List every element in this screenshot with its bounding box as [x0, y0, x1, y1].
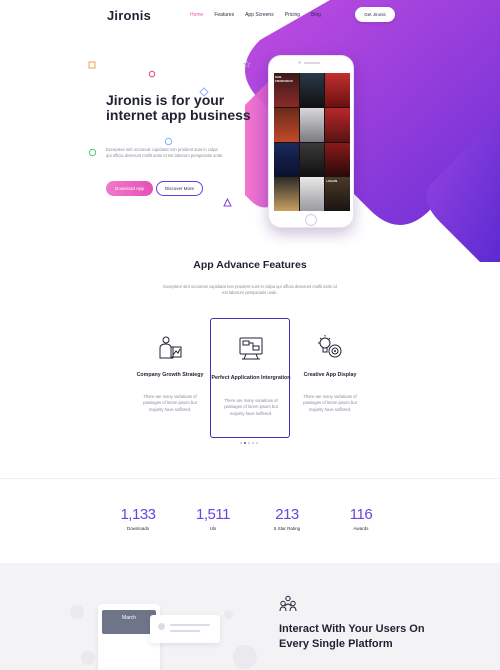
- stat-label: Uls: [209, 526, 217, 531]
- decor-circle: [224, 610, 233, 619]
- stat-value: 116: [349, 506, 373, 523]
- carousel-dot[interactable]: [248, 442, 250, 444]
- nav-app-screens[interactable]: App Screens: [245, 12, 274, 18]
- features-title: App Advance Features: [193, 259, 307, 271]
- hero-gradient-shapes: [245, 0, 500, 262]
- movie-poster: [274, 142, 299, 177]
- section-divider: [0, 478, 500, 479]
- phone-home-button: [305, 214, 317, 226]
- carousel-dot-active[interactable]: [244, 442, 246, 444]
- movie-poster: SAN FRANCISCO: [274, 73, 299, 107]
- stat-value: 1,133: [120, 506, 156, 523]
- stat-label: Awards: [353, 526, 369, 531]
- feature-card-title: Creative App Display: [303, 372, 357, 378]
- discover-more-button[interactable]: Discover More: [156, 181, 203, 196]
- movie-poster: [299, 73, 325, 107]
- features-description: Excepteur sint occaecat cupidatat non pr…: [163, 284, 337, 296]
- get-app-button[interactable]: Get Jironis: [355, 7, 395, 22]
- interact-section: March Interact With Your Users On Every …: [0, 563, 500, 670]
- stat-uls: 1,511 Uls: [183, 506, 243, 531]
- movie-poster: [274, 107, 299, 142]
- nav-pricing[interactable]: Pricing: [285, 12, 300, 18]
- text-line: [170, 630, 200, 632]
- feature-card-title: Company Growth Strategy: [136, 372, 204, 378]
- stat-awards: 116 Awards: [331, 506, 391, 531]
- carousel-dots: [240, 442, 258, 444]
- carousel-dot[interactable]: [240, 442, 242, 444]
- carousel-dot[interactable]: [252, 442, 254, 444]
- movie-poster: [299, 177, 325, 211]
- feature-card-text: There are many variations of passages of…: [224, 398, 278, 416]
- nav-blog[interactable]: Blog: [311, 12, 321, 18]
- integration-icon: [239, 337, 263, 360]
- brand-logo[interactable]: Jironis: [107, 8, 151, 23]
- main-nav: Home Features App Screens Pricing Blog: [190, 12, 332, 18]
- stat-label: 5 Star Rating: [273, 526, 301, 531]
- avatar: [158, 623, 165, 630]
- decor-circle: [233, 645, 257, 669]
- download-app-button[interactable]: Download App: [106, 181, 153, 196]
- hero-section: Jironis Home Features App Screens Pricin…: [0, 0, 500, 262]
- movie-poster: [274, 177, 299, 211]
- stat-value: 1,511: [196, 506, 230, 523]
- calendar-header: March: [102, 610, 156, 634]
- triangle-outline-icon: [223, 198, 232, 207]
- movie-poster: [325, 142, 350, 177]
- decor-circle: [70, 605, 84, 619]
- movie-poster: [299, 107, 325, 142]
- feature-card-active[interactable]: Perfect Application Intergration There a…: [210, 318, 290, 438]
- growth-icon: [159, 336, 182, 359]
- nav-features[interactable]: Features: [214, 12, 234, 18]
- hero-description: Excepteur sint occaecat cupidatat non pr…: [106, 147, 224, 159]
- stat-downloads: 1,133 Downloads: [108, 506, 168, 531]
- movie-poster: LOGAN: [325, 177, 350, 211]
- star-outline-icon: [243, 60, 251, 68]
- feature-card[interactable]: Creative App Display There are many vari…: [290, 318, 370, 438]
- stat-value: 213: [275, 506, 299, 523]
- movie-poster: [325, 73, 350, 107]
- feature-card-title: Perfect Application Intergration: [211, 375, 291, 381]
- movie-poster: [325, 107, 350, 142]
- circle-outline-icon: [148, 70, 156, 78]
- hero-title: Jironis is for your internet app busines…: [106, 92, 251, 123]
- movie-poster: [299, 142, 325, 177]
- feature-card-text: There are many variations of passages of…: [143, 394, 197, 412]
- circle-outline-icon: [164, 137, 173, 146]
- nav-home[interactable]: Home: [190, 12, 203, 18]
- stat-rating: 213 5 Star Rating: [257, 506, 317, 531]
- users-icon: [279, 595, 297, 612]
- phone-mockup: SAN FRANCISCO LOGAN: [268, 55, 354, 228]
- feature-card[interactable]: Company Growth Strategy There are many v…: [130, 318, 210, 438]
- feature-card-text: There are many variations of passages of…: [303, 394, 357, 412]
- creative-icon: [318, 335, 342, 358]
- message-card-mockup: [150, 615, 220, 643]
- text-line: [170, 624, 210, 626]
- phone-screen: SAN FRANCISCO LOGAN: [274, 73, 350, 211]
- decor-circle: [81, 651, 95, 665]
- square-outline-icon: [88, 61, 96, 69]
- interact-title: Interact With Your Users On Every Single…: [279, 623, 425, 650]
- phone-camera: [298, 61, 301, 64]
- carousel-dot[interactable]: [256, 442, 258, 444]
- stat-label: Downloads: [126, 526, 150, 531]
- circle-outline-icon: [88, 148, 97, 157]
- phone-speaker: [304, 62, 320, 64]
- calendar-month: March: [122, 615, 136, 621]
